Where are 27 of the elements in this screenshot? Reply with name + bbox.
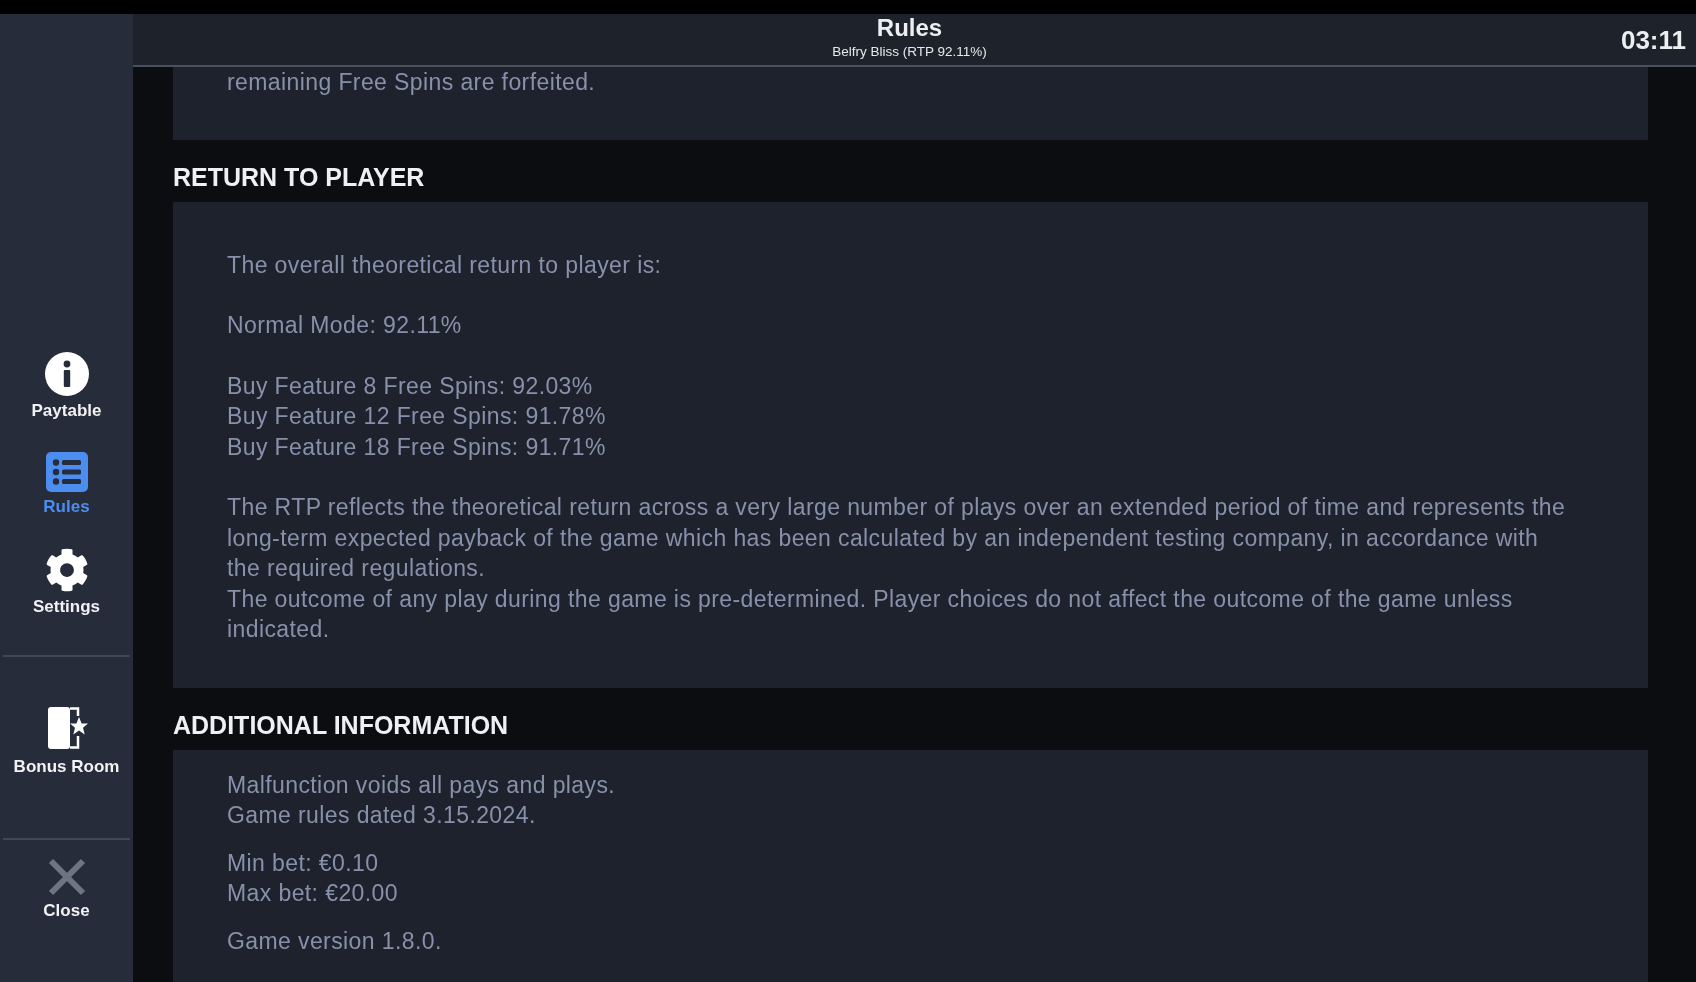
rules-text: Min bet: €0.10 <box>227 848 380 878</box>
game-subtitle: Belfry Bliss (RTP 92.11%) <box>832 44 987 60</box>
rules-text: Game version 1.8.0. <box>227 926 443 956</box>
rules-text: The RTP reflects the theoretical return across a very large number of plays over an extended period of time and represents the long-term expected payback of the game which has been calculated by an independent testing company, in accordance with the required regulations. <box>227 493 1567 583</box>
page-title: Rules <box>876 14 943 42</box>
bonus-room-button[interactable]: Bonus Room <box>0 691 133 790</box>
close-icon <box>47 857 86 896</box>
rules-text: The outcome of any play during the game is pre-determined. Player choices do not affect the outcome of the game unless indicated. <box>227 584 1514 644</box>
rules-text: The overall theoretical return to player is: <box>227 250 663 280</box>
rules-text: Game rules dated 3.15.2024. <box>227 801 537 830</box>
clock: 03:11 <box>1620 24 1686 55</box>
rules-text: Buy Feature 8 Free Spins: 92.03% <box>227 371 594 401</box>
info-icon <box>44 351 89 396</box>
paytable-button[interactable]: Paytable <box>0 337 133 435</box>
rules-text: Max bet: €20.00 <box>227 879 399 908</box>
rules-text: Malfunction voids all pays and plays. <box>227 770 617 800</box>
list-icon <box>45 451 88 492</box>
rules-text: Buy Feature 18 Free Spins: 91.71% <box>227 432 607 462</box>
rules-text: remaining Free Spins are forfeited. <box>227 68 597 97</box>
rules-button[interactable]: Rules <box>0 435 133 533</box>
section-heading: ADDITIONAL INFORMATION <box>173 709 510 740</box>
close-button[interactable]: Close <box>0 840 133 938</box>
settings-button[interactable]: Settings <box>0 533 133 631</box>
rules-text: Normal Mode: 92.11% <box>227 311 463 340</box>
rules-text: Buy Feature 12 Free Spins: 91.78% <box>227 402 607 431</box>
section-heading: RETURN TO PLAYER <box>173 161 426 192</box>
gear-icon <box>44 547 89 592</box>
